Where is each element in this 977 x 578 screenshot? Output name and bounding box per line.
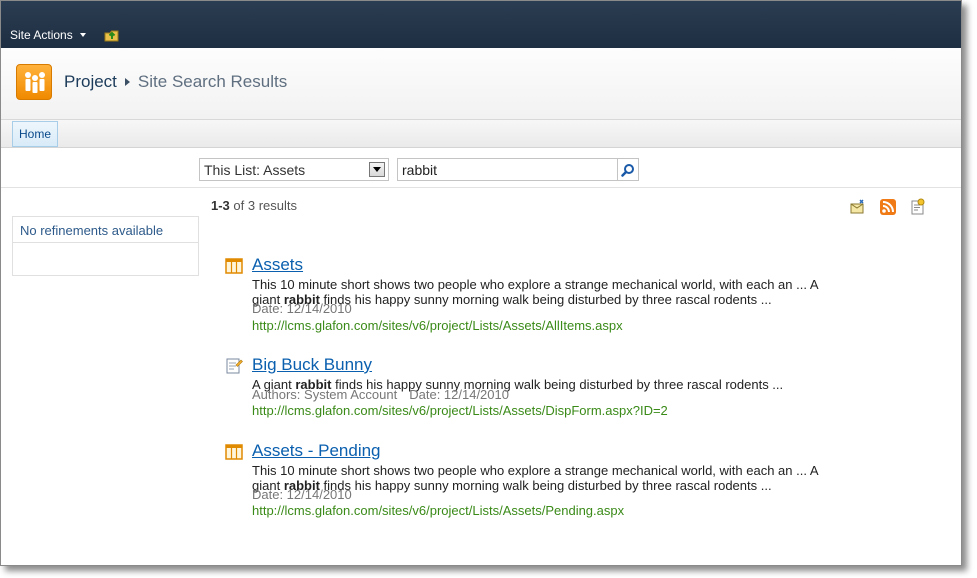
search-action-icon[interactable] (909, 198, 927, 216)
result-meta: Date: 12/14/2010 (252, 301, 352, 316)
result-meta: Authors: System Account Date: 12/14/2010 (252, 387, 509, 402)
nav-home-tab[interactable]: Home (12, 121, 59, 147)
alert-me-icon[interactable] (849, 198, 867, 216)
result-url-link[interactable]: http://lcms.glafon.com/sites/v6/project/… (252, 318, 623, 333)
search-result-item: Assets This 10 minute short shows two pe… (225, 255, 885, 335)
refinement-status: No refinements available (20, 223, 164, 238)
site-actions-menu[interactable]: Site Actions (10, 25, 86, 45)
search-scope-value: This List: Assets (204, 161, 306, 178)
refinement-panel: No refinements available (12, 216, 199, 276)
snippet-line: This 10 minute short shows two people wh… (252, 463, 819, 478)
result-title-link[interactable]: Assets - Pending (252, 441, 381, 461)
chevron-down-icon (79, 33, 86, 37)
breadcrumb-separator-icon (124, 78, 130, 86)
people-icon (25, 72, 45, 93)
divider (13, 242, 198, 243)
dropdown-arrow-icon[interactable] (369, 162, 385, 177)
search-result-item: Assets - Pending This 10 minute short sh… (225, 441, 885, 521)
snippet-text: finds his happy sunny morning walk being… (319, 292, 772, 307)
result-total: of 3 results (229, 198, 297, 213)
snippet-line: This 10 minute short shows two people wh… (252, 277, 819, 292)
result-count: 1-3 of 3 results (211, 198, 297, 213)
search-scope-dropdown[interactable]: This List: Assets (199, 158, 389, 181)
top-navigation: Home (1, 120, 961, 148)
page-title: Site Search Results (137, 72, 288, 91)
search-row: This List: Assets (1, 148, 961, 188)
result-date: Date: 12/14/2010 (252, 301, 352, 316)
list-item-icon (226, 358, 243, 374)
result-tools (849, 198, 927, 216)
search-icon (621, 163, 634, 177)
site-actions-label: Site Actions (10, 28, 73, 42)
result-url-link[interactable]: http://lcms.glafon.com/sites/v6/project/… (252, 403, 668, 418)
result-authors: Authors: System Account (252, 387, 398, 402)
breadcrumb: Project Site Search Results (64, 72, 287, 92)
result-date: Date: 12/14/2010 (252, 487, 352, 502)
breadcrumb-root-link[interactable]: Project (64, 72, 117, 92)
search-result-item: Big Buck Bunny A giant rabbit finds his … (225, 355, 885, 421)
snippet-text: finds his happy sunny morning walk being… (319, 478, 772, 493)
result-date: Date: 12/14/2010 (409, 387, 509, 402)
result-title-link[interactable]: Big Buck Bunny (252, 355, 372, 375)
top-ribbon-bar: Site Actions (1, 1, 961, 48)
result-title-link[interactable]: Assets (252, 255, 303, 275)
title-area: Project Site Search Results (1, 48, 961, 120)
list-icon (225, 444, 243, 460)
search-button[interactable] (617, 158, 639, 181)
result-range: 1-3 (211, 198, 230, 213)
list-icon (225, 258, 243, 274)
result-meta: Date: 12/14/2010 (252, 487, 352, 502)
search-input[interactable] (397, 158, 617, 181)
site-logo-icon[interactable] (16, 64, 52, 100)
rss-feed-icon[interactable] (879, 198, 897, 216)
result-url-link[interactable]: http://lcms.glafon.com/sites/v6/project/… (252, 503, 624, 518)
browser-frame: Site Actions Project Site Search Results (0, 0, 962, 566)
navigate-up-icon[interactable] (103, 27, 121, 43)
